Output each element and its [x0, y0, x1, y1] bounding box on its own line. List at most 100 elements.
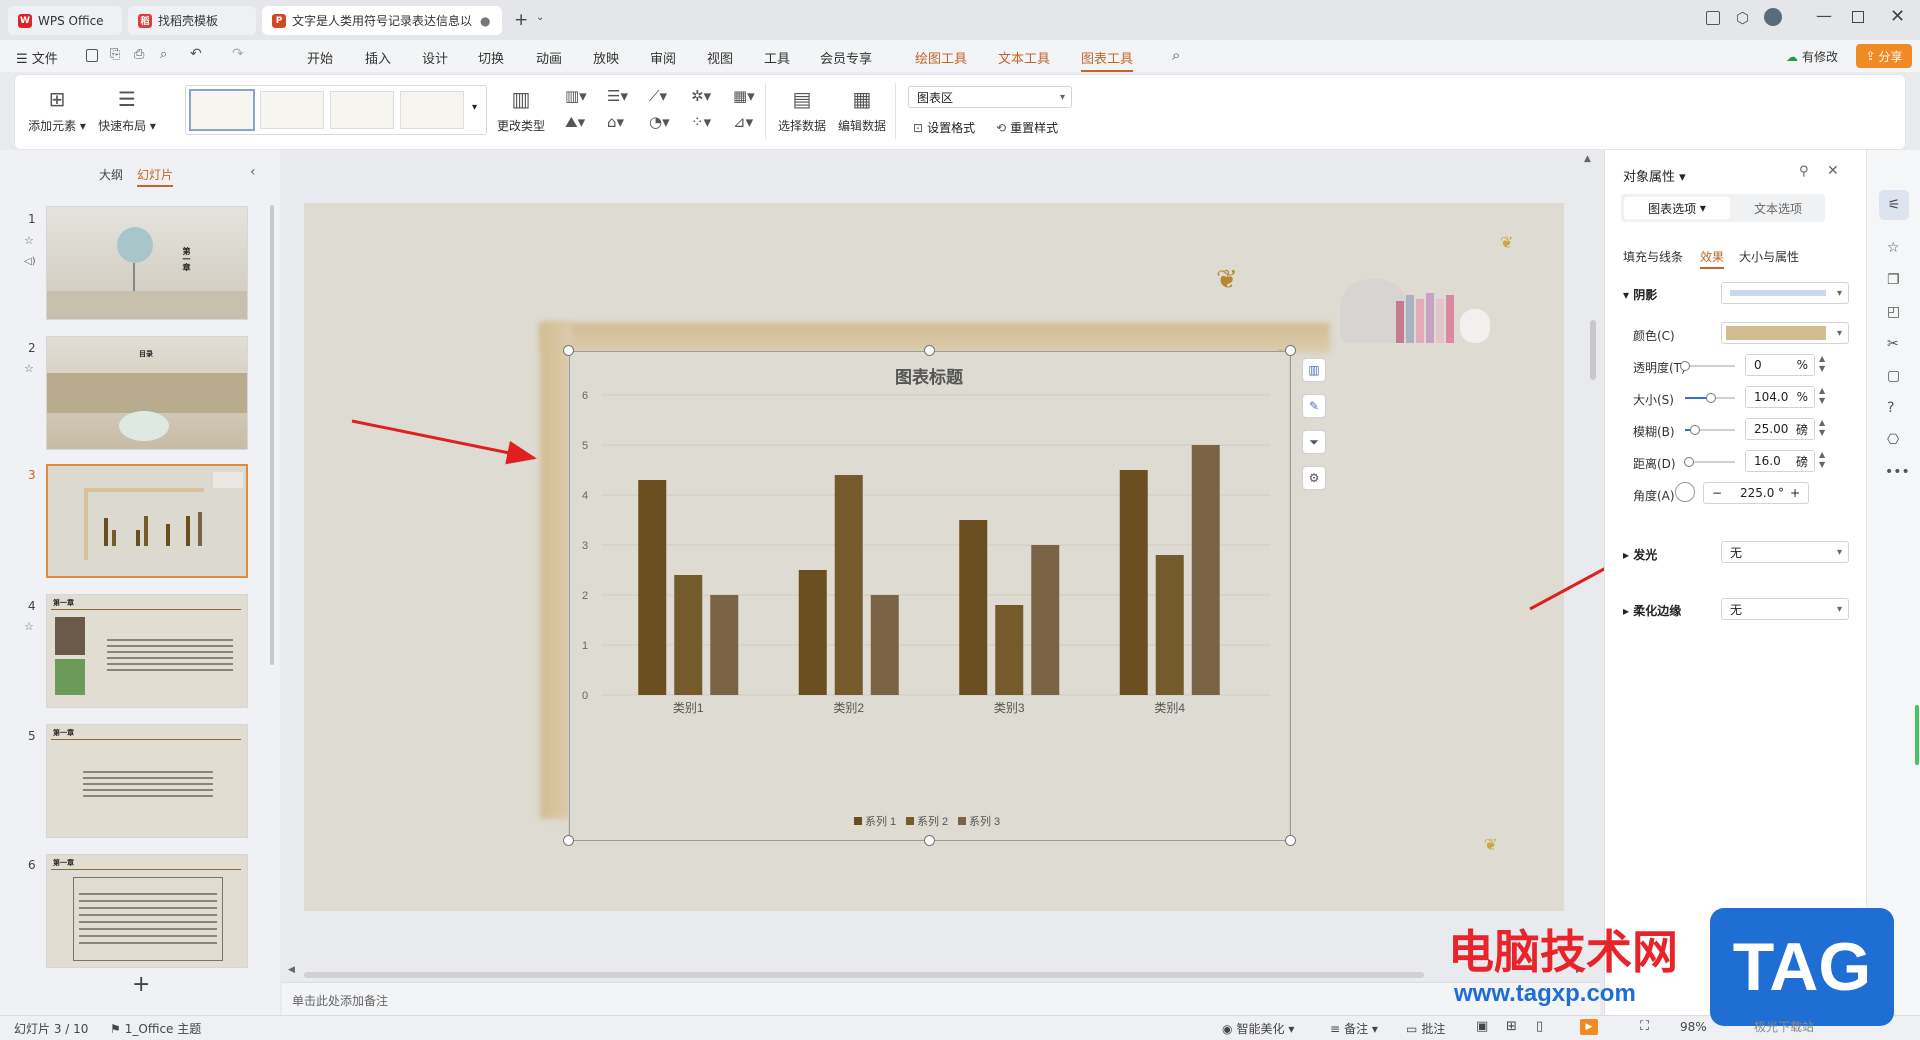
pin-icon[interactable]: ⚲ [1799, 164, 1809, 179]
slide-thumbnail-2[interactable]: 目录 [46, 336, 248, 450]
quick-layout-button[interactable]: ☰ 快速布局 ▾ [97, 87, 157, 134]
subtab-fill-line[interactable]: 填充与线条 [1623, 248, 1683, 265]
grid-view-icon[interactable]: ⊞ [1506, 1019, 1517, 1034]
angle-decrement-button[interactable]: − [1712, 486, 1722, 500]
collapse-panel-icon[interactable]: ‹ [250, 164, 256, 180]
angle-dial-icon[interactable] [1675, 482, 1695, 502]
select-data-button[interactable]: ▤ 选择数据 [775, 87, 829, 134]
new-tab-icon[interactable]: + [514, 10, 528, 30]
set-format-button[interactable]: ⊡ 设置格式 [913, 119, 975, 136]
resize-handle[interactable] [563, 345, 574, 356]
add-slide-button[interactable]: + [132, 972, 150, 997]
notes-toggle[interactable]: ≡ 备注 ▾ [1330, 1020, 1378, 1037]
slide-thumbnail-3-selected[interactable] [46, 464, 248, 578]
distance-input[interactable]: 16.0 磅 [1745, 450, 1815, 472]
soft-edges-section-header[interactable]: ▸ 柔化边缘 [1623, 602, 1681, 619]
chart-style-1[interactable] [189, 89, 255, 131]
resize-handle[interactable] [924, 835, 935, 846]
spinner-icon[interactable]: ▲ ▼ [1819, 354, 1825, 374]
menu-view[interactable]: 视图 [707, 48, 733, 67]
menu-home[interactable]: 开始 [307, 48, 333, 67]
spinner-icon[interactable]: ▲ ▼ [1819, 450, 1825, 470]
area-chart-icon[interactable]: ⛰▾ [565, 113, 585, 131]
radar-chart-icon[interactable]: ✲▾ [691, 87, 711, 105]
resize-handle[interactable] [563, 835, 574, 846]
tab-slides[interactable]: 幻灯片 [137, 166, 174, 187]
save-icon[interactable] [86, 49, 98, 62]
chart-legend[interactable]: 系列 1 系列 2 系列 3 [854, 814, 1000, 828]
slide-thumbnail-5[interactable]: 第一章 [46, 724, 248, 838]
spinner-icon[interactable]: ▲ ▼ [1819, 386, 1825, 406]
angle-increment-button[interactable]: + [1790, 486, 1800, 500]
more-icon[interactable]: ••• [1885, 464, 1910, 480]
menu-tools[interactable]: 工具 [764, 48, 790, 67]
menu-slideshow[interactable]: 放映 [593, 48, 619, 67]
preview-icon[interactable]: ⌕ [160, 47, 167, 62]
shape-icon[interactable]: ◰ [1887, 304, 1900, 320]
glow-select[interactable]: 无 ▾ [1721, 541, 1849, 563]
plugin-icon[interactable]: ⎔ [1887, 432, 1899, 448]
stock-chart-icon[interactable]: ⌂▾ [607, 113, 624, 131]
tab-template[interactable]: 稻找稻壳模板 [128, 6, 256, 35]
cube-icon[interactable]: ⬡ [1736, 9, 1749, 27]
glow-section-header[interactable]: ▸ 发光 [1623, 546, 1657, 563]
close-panel-icon[interactable]: ✕ [1827, 163, 1839, 179]
copy-icon[interactable]: ❐ [1887, 272, 1900, 288]
tab-outline[interactable]: 大纲 [99, 166, 123, 183]
menu-file[interactable]: ☰ 文件 [16, 48, 58, 67]
resize-handle[interactable] [924, 345, 935, 356]
reading-view-icon[interactable]: ▯ [1536, 1019, 1543, 1034]
scroll-up-icon[interactable]: ▲ [1584, 154, 1591, 164]
size-slider[interactable] [1685, 393, 1735, 403]
edit-data-button[interactable]: ▦ 编辑数据 [835, 87, 889, 134]
menu-animation[interactable]: 动画 [536, 48, 562, 67]
menu-text-tools[interactable]: 文本工具 [998, 48, 1050, 67]
star-icon[interactable]: ☆ [1887, 240, 1900, 256]
menu-review[interactable]: 审阅 [650, 48, 676, 67]
shadow-section-header[interactable]: ▾ 阴影 [1623, 286, 1657, 303]
sidebar-scroll-indicator[interactable] [1915, 705, 1919, 765]
thumbnails-scrollbar[interactable] [270, 205, 274, 665]
blur-input[interactable]: 25.00 磅 [1745, 418, 1815, 440]
chart-elements-icon[interactable]: ▥ [1302, 358, 1326, 382]
chart-style-brush-icon[interactable]: ✎ [1302, 394, 1326, 418]
help-icon[interactable]: ? [1887, 400, 1894, 416]
properties-icon[interactable]: ⚟ [1879, 190, 1909, 220]
gallery-expand-icon[interactable]: ▾ [472, 102, 477, 113]
slider-knob[interactable] [1706, 393, 1716, 403]
spinner-icon[interactable]: ▲ ▼ [1819, 418, 1825, 438]
minimize-icon[interactable]: — [1816, 6, 1832, 25]
menu-draw-tools[interactable]: 绘图工具 [915, 48, 967, 67]
chart-style-gallery[interactable]: ▾ [185, 85, 487, 135]
search-icon[interactable]: ⌕ [1172, 46, 1180, 64]
beautify-button[interactable]: ◉ 智能美化 ▾ [1222, 1020, 1294, 1037]
close-icon[interactable]: ✕ [1890, 6, 1905, 27]
table-chart-icon[interactable]: ▦▾ [733, 87, 755, 105]
bar-chart-icon[interactable]: ☰▾ [607, 87, 628, 105]
share-button[interactable]: ⇪ 分享 [1856, 44, 1912, 68]
reset-style-button[interactable]: ⟲ 重置样式 [996, 119, 1058, 136]
menu-insert[interactable]: 插入 [365, 48, 391, 67]
avatar[interactable] [1764, 8, 1782, 26]
chart-style-4[interactable] [400, 91, 464, 129]
scatter-chart-icon[interactable]: ⁘▾ [691, 113, 711, 131]
shadow-preset-select[interactable]: ▾ [1721, 282, 1849, 304]
zoom-level[interactable]: 98% [1680, 1020, 1707, 1034]
notes-area[interactable]: 单击此处添加备注 [282, 982, 1600, 1015]
panel-title[interactable]: 对象属性 ▾ [1623, 166, 1686, 185]
layout-icon[interactable] [1706, 11, 1720, 25]
chart-filter-icon[interactable]: ⏷ [1302, 430, 1326, 454]
chart-settings-icon[interactable]: ⚙ [1302, 466, 1326, 490]
chevron-down-icon[interactable]: ⌄ [536, 12, 544, 23]
change-type-button[interactable]: ▥ 更改类型 [493, 87, 549, 134]
soft-edges-select[interactable]: 无 ▾ [1721, 598, 1849, 620]
add-element-button[interactable]: ⊞ 添加元素 ▾ [27, 87, 87, 134]
subtab-effects[interactable]: 效果 [1700, 248, 1725, 269]
scroll-right-icon[interactable]: ▶ [1576, 965, 1583, 975]
slider-knob[interactable] [1684, 457, 1694, 467]
menu-design[interactable]: 设计 [422, 48, 448, 67]
comment-toggle[interactable]: ▭ 批注 [1406, 1020, 1445, 1037]
star-icon[interactable]: ☆ [24, 234, 34, 247]
fit-window-icon[interactable]: ⛶ [1640, 1019, 1649, 1034]
pie-chart-icon[interactable]: ◔▾ [649, 113, 670, 131]
